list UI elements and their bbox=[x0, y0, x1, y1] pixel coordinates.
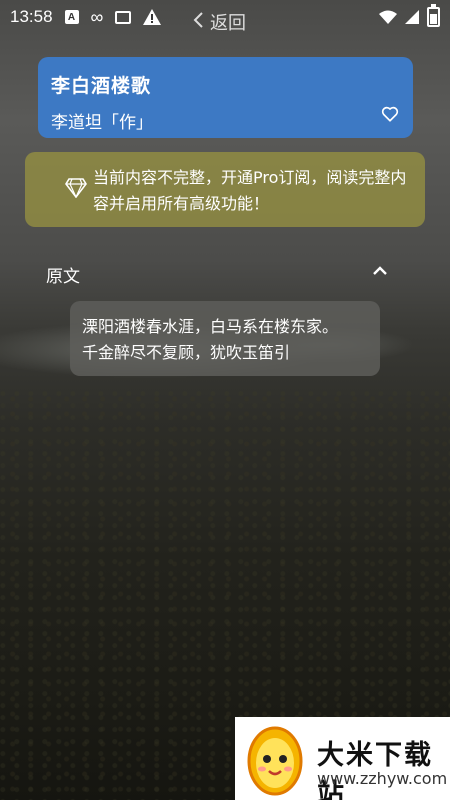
status-time: 13:58 bbox=[10, 7, 53, 26]
diamond-icon bbox=[65, 178, 87, 199]
notice-text: 当前内容不完整，开通Pro订阅，阅读完整内容并启用所有高级功能！ bbox=[93, 168, 407, 213]
wifi-icon bbox=[379, 10, 397, 24]
pro-subscription-notice[interactable]: 当前内容不完整，开通Pro订阅，阅读完整内容并启用所有高级功能！ bbox=[25, 152, 425, 227]
watermark-url: www.zzhyw.com bbox=[317, 769, 448, 788]
poem-line-1: 溧阳酒楼春水涯，白马系在楼东家。 bbox=[82, 317, 339, 336]
signal-icon bbox=[405, 10, 419, 24]
egg-mascot-logo bbox=[245, 719, 305, 797]
poem-title-card: 李白酒楼歌 李道坦「作」 bbox=[38, 57, 413, 138]
text-a-icon: A bbox=[64, 10, 79, 24]
back-button[interactable]: 返回 bbox=[192, 8, 246, 36]
section-title: 原文 bbox=[46, 267, 80, 287]
site-watermark: 大米下载站 www.zzhyw.com bbox=[235, 717, 450, 800]
back-label: 返回 bbox=[210, 13, 246, 34]
warning-icon bbox=[143, 9, 162, 25]
poem-author: 李道坦「作」 bbox=[51, 113, 153, 133]
poem-line-2: 千金醉尽不复顾，犹吹玉笛引 bbox=[82, 343, 291, 362]
chevron-left-icon bbox=[192, 11, 204, 34]
watermark-name: 大米下载站 bbox=[317, 740, 433, 800]
chevron-up-icon[interactable] bbox=[371, 262, 389, 280]
infinity-icon: ∞ bbox=[90, 6, 104, 27]
battery-icon bbox=[427, 4, 440, 27]
heart-outline-icon[interactable] bbox=[381, 105, 399, 123]
original-text-box: 溧阳酒楼春水涯，白马系在楼东家。 千金醉尽不复顾，犹吹玉笛引 bbox=[70, 301, 380, 376]
poem-title: 李白酒楼歌 bbox=[51, 75, 152, 97]
tray-icon bbox=[115, 10, 132, 24]
